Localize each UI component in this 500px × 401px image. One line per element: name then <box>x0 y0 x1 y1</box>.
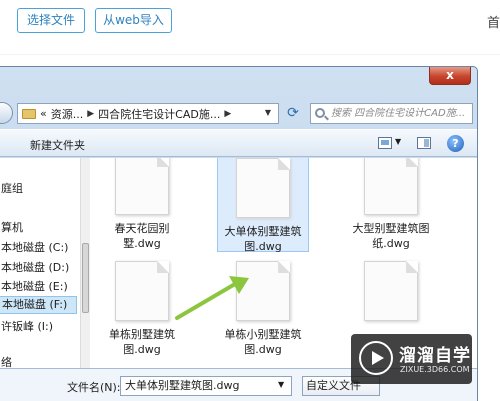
close-button[interactable]: x <box>429 67 471 85</box>
breadcrumb-overflow[interactable]: « <box>40 107 47 120</box>
file-name: 大单体别墅建筑图.dwg <box>224 225 302 253</box>
sidebar-item-drive-c[interactable]: 本地磁盘 (C:) <box>1 239 68 255</box>
watermark: 溜溜自学 ZIXUE.3D66.COM <box>351 334 472 384</box>
filename-input[interactable]: 大单体别墅建筑图.dwg <box>120 376 292 396</box>
file-name: 春天花园别墅.dwg <box>114 222 170 250</box>
sidebar-scrollbar[interactable] <box>80 158 90 368</box>
dwg-file-icon <box>236 158 290 218</box>
home-link[interactable]: 首 <box>487 12 500 31</box>
watermark-title: 溜溜自学 <box>399 346 471 366</box>
dialog-toolbar: 新建文件夹 ▼ ? <box>0 129 477 157</box>
help-icon[interactable]: ? <box>447 135 464 152</box>
dwg-file-icon <box>364 261 418 321</box>
scrollbar-thumb[interactable] <box>82 243 89 313</box>
file-item[interactable]: 春天花园别墅.dwg <box>96 158 188 251</box>
address-row: « 资源... ▶ 四合院住宅设计CAD施... ▶ ▼ ⟳ 搜索 四合院住宅设… <box>0 100 477 126</box>
chevron-right-icon[interactable]: ▶ <box>224 109 231 119</box>
search-placeholder: 搜索 四合院住宅设计CAD施... <box>331 108 466 119</box>
divider <box>0 54 500 55</box>
file-item-selected[interactable]: 大单体别墅建筑图.dwg <box>217 158 309 253</box>
view-options-icon[interactable] <box>378 137 392 149</box>
web-toolbar: 选择文件 从web导入 首 <box>0 0 500 58</box>
import-from-web-button[interactable]: 从web导入 <box>95 8 172 33</box>
sidebar-item-drive-i[interactable]: 许钣峰 (I:) <box>1 318 53 334</box>
file-name: 单栋别墅建筑图.dwg <box>109 328 175 356</box>
new-folder-button[interactable]: 新建文件夹 <box>30 137 85 153</box>
sidebar-item-computer[interactable]: 算机 <box>1 219 23 235</box>
filename-label: 文件名(N): <box>67 381 121 394</box>
dwg-file-icon <box>115 158 169 215</box>
refresh-icon[interactable]: ⟳ <box>282 103 304 124</box>
file-name: 单栋小别墅建筑图.dwg <box>224 328 302 356</box>
sidebar-item-homegroup[interactable]: 庭组 <box>1 180 23 196</box>
play-logo-icon <box>359 341 393 375</box>
file-item[interactable] <box>345 261 437 327</box>
breadcrumb-item[interactable]: 资源... <box>51 106 84 122</box>
pointer-arrow <box>175 276 249 320</box>
address-bar[interactable]: « 资源... ▶ 四合院住宅设计CAD施... ▶ <box>17 103 279 124</box>
chevron-down-icon[interactable]: ▼ <box>395 137 401 146</box>
dwg-file-icon <box>115 261 169 321</box>
sidebar-item-drive-f[interactable]: 本地磁盘 (F:) <box>0 296 77 314</box>
breadcrumb-item[interactable]: 四合院住宅设计CAD施... <box>98 106 220 122</box>
preview-pane-icon[interactable] <box>417 137 431 149</box>
chevron-down-icon[interactable]: ▼ <box>278 380 284 389</box>
folder-icon <box>22 108 36 119</box>
file-name: 大型别墅建筑图纸.dwg <box>352 222 430 250</box>
search-icon <box>315 108 325 118</box>
navigation-pane: 庭组 算机 本地磁盘 (C:) 本地磁盘 (D:) 本地磁盘 (E:) 本地磁盘… <box>0 158 80 369</box>
dwg-file-icon <box>364 158 418 215</box>
chevron-right-icon[interactable]: ▶ <box>87 109 94 119</box>
sidebar-item-drive-e[interactable]: 本地磁盘 (E:) <box>1 278 68 294</box>
chevron-down-icon[interactable]: ▼ <box>259 103 277 122</box>
search-input[interactable]: 搜索 四合院住宅设计CAD施... <box>310 103 473 124</box>
sidebar-item-drive-d[interactable]: 本地磁盘 (D:) <box>1 259 69 275</box>
select-file-button[interactable]: 选择文件 <box>17 8 85 33</box>
file-item[interactable]: 大型别墅建筑图纸.dwg <box>345 158 437 251</box>
back-button[interactable] <box>0 102 13 124</box>
watermark-subtitle: ZIXUE.3D66.COM <box>400 365 470 374</box>
